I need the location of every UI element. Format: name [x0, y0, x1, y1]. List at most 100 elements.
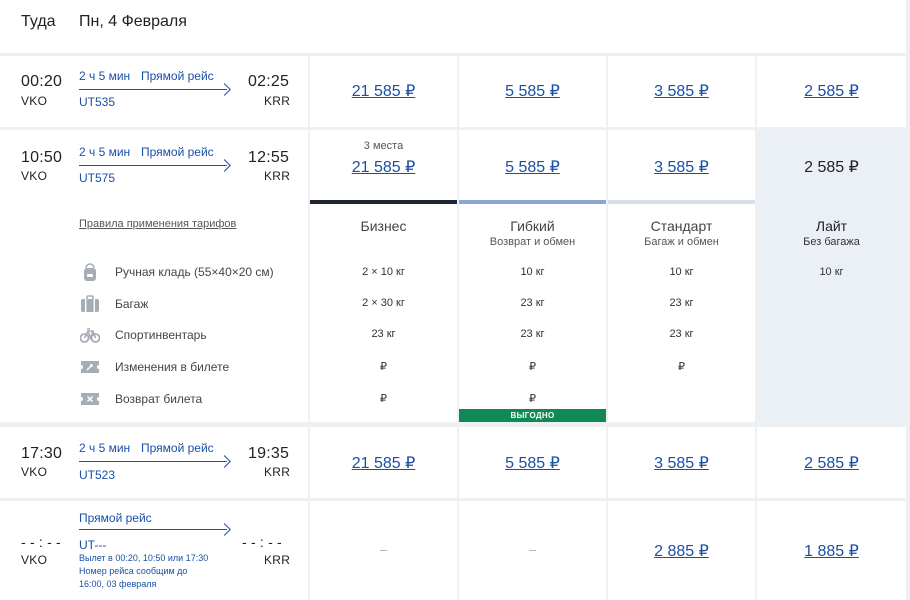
- flight-type: Прямой рейс: [79, 511, 152, 525]
- price-unavailable: –: [379, 542, 388, 557]
- date-label: Пн, 4 Февраля: [79, 13, 187, 30]
- departure-airport: VKO: [21, 553, 48, 567]
- price-cell-selected[interactable]: 2 585 ₽: [757, 130, 906, 203]
- price-link[interactable]: 2 585 ₽: [757, 453, 906, 473]
- tariff-value: 23 кг: [520, 328, 545, 340]
- tariff-value: ₽: [529, 361, 536, 373]
- price-cell[interactable]: 3 585 ₽: [608, 130, 755, 203]
- tariff-value: 2 × 30 кг: [362, 297, 405, 309]
- tariff-value: ₽: [678, 361, 685, 373]
- price-cell[interactable]: 5 585 ₽: [459, 130, 606, 203]
- price-link[interactable]: 1 885 ₽: [757, 541, 906, 561]
- feature-label-baggage: Багаж: [115, 297, 149, 311]
- arrival-time: 19:35: [248, 445, 290, 462]
- tariff-rules-link[interactable]: Правила применения тарифов: [79, 218, 236, 230]
- tariff-features-panel: [0, 203, 308, 422]
- departure-time: 00:20: [21, 73, 63, 90]
- departure-airport: VKO: [21, 169, 48, 183]
- best-value-badge: ВЫГОДНО: [459, 409, 606, 422]
- price-cell[interactable]: 5 585 ₽: [459, 56, 606, 127]
- departure-time: 10:50: [21, 149, 63, 166]
- flight-row-3[interactable]: 17:30 VKO 2 ч 5 мин Прямой рейс 19:35 KR…: [0, 427, 308, 498]
- tariff-name: Лайт: [815, 218, 848, 234]
- tariff-subtitle: Багаж и обмен: [644, 236, 719, 248]
- flight-duration: 2 ч 5 мин: [79, 441, 131, 455]
- tariff-value: 23 кг: [669, 297, 694, 309]
- departure-airport: VKO: [21, 465, 48, 479]
- arrow-right-icon: [79, 83, 231, 96]
- price-link[interactable]: 5 585 ₽: [459, 157, 606, 177]
- price-cell[interactable]: 3 585 ₽: [608, 56, 755, 127]
- seats-left-label: 3 места: [363, 140, 404, 152]
- feature-label-changes: Изменения в билете: [115, 360, 230, 374]
- flight-note: Номер рейса сообщим до: [79, 566, 188, 576]
- feature-label-hand-luggage: Ручная кладь (55×40×20 см): [115, 265, 274, 279]
- arrival-airport: KRR: [264, 553, 291, 567]
- arrival-airport: KRR: [264, 94, 291, 108]
- ticket-refund-icon: [81, 393, 99, 405]
- flight-duration: 2 ч 5 мин: [79, 145, 131, 159]
- tariff-value: ₽: [380, 361, 387, 373]
- departure-time: - - : - -: [21, 534, 61, 550]
- price-link[interactable]: 3 585 ₽: [608, 453, 755, 473]
- tariff-name: Бизнес: [360, 218, 407, 234]
- price-cell[interactable]: 3 места 21 585 ₽: [310, 130, 457, 203]
- price-link[interactable]: 3 585 ₽: [608, 81, 755, 101]
- tariff-value: 10 кг: [819, 266, 844, 278]
- price-link[interactable]: 3 585 ₽: [608, 157, 755, 177]
- tariff-value: ₽: [529, 393, 536, 405]
- tariff-column-business[interactable]: Бизнес 2 × 10 кг 2 × 30 кг 23 кг ₽ ₽: [310, 204, 457, 422]
- flight-number: UT535: [79, 95, 116, 109]
- tariff-value: 2 × 10 кг: [362, 266, 405, 278]
- price-link[interactable]: 2 585 ₽: [757, 81, 906, 101]
- price-cell[interactable]: 2 585 ₽: [757, 427, 906, 498]
- feature-label-refund: Возврат билета: [115, 392, 203, 406]
- flight-type: Прямой рейс: [141, 69, 214, 83]
- feature-label-sports: Спортинвентарь: [115, 328, 207, 342]
- price-link[interactable]: 2 885 ₽: [608, 541, 755, 561]
- arrival-airport: KRR: [264, 169, 291, 183]
- arrow-right-icon: [79, 455, 231, 468]
- price-cell[interactable]: 21 585 ₽: [310, 56, 457, 127]
- arrival-airport: KRR: [264, 465, 291, 479]
- price-cell[interactable]: 2 885 ₽: [608, 501, 755, 600]
- price-cell: –: [310, 501, 457, 600]
- departure-time: 17:30: [21, 445, 63, 462]
- tariff-value: 10 кг: [669, 266, 694, 278]
- ticket-change-icon: [81, 361, 99, 373]
- flight-row-2[interactable]: 10:50 VKO 2 ч 5 мин Прямой рейс 12:55 KR…: [0, 130, 308, 203]
- price-link[interactable]: 21 585 ₽: [310, 81, 457, 101]
- tariff-name: Гибкий: [510, 218, 555, 234]
- price-cell[interactable]: 3 585 ₽: [608, 427, 755, 498]
- direction-label: Туда: [21, 13, 56, 30]
- price-cell[interactable]: 1 885 ₽: [757, 501, 906, 600]
- tariff-value: 23 кг: [371, 328, 396, 340]
- flight-number: UT---: [79, 538, 107, 552]
- price-link[interactable]: 5 585 ₽: [459, 453, 606, 473]
- arrival-time: 02:25: [248, 73, 290, 90]
- suitcase-icon: [81, 295, 99, 312]
- flight-type: Прямой рейс: [141, 145, 214, 159]
- price-cell[interactable]: 2 585 ₽: [757, 56, 906, 127]
- tariff-value: 10 кг: [520, 266, 545, 278]
- price-link[interactable]: 5 585 ₽: [459, 81, 606, 101]
- bicycle-icon: [80, 328, 100, 343]
- price-link[interactable]: 21 585 ₽: [310, 157, 457, 177]
- flight-duration: 2 ч 5 мин: [79, 69, 131, 83]
- tariff-column-light[interactable]: Лайт Без багажа 10 кг: [757, 204, 906, 422]
- flight-row-1[interactable]: 00:20 VKO 2 ч 5 мин Прямой рейс 02:25 KR…: [0, 56, 308, 127]
- price-unavailable: –: [528, 542, 537, 557]
- tariff-column-flexible[interactable]: Гибкий Возврат и обмен 10 кг 23 кг 23 кг…: [459, 204, 606, 422]
- tariff-value: ₽: [380, 393, 387, 405]
- backpack-icon: [84, 263, 96, 281]
- tariff-column-standard[interactable]: Стандарт Багаж и обмен 10 кг 23 кг 23 кг…: [608, 204, 755, 422]
- tariff-subtitle: Возврат и обмен: [489, 236, 576, 248]
- price-cell[interactable]: 21 585 ₽: [310, 427, 457, 498]
- price-cell[interactable]: 5 585 ₽: [459, 427, 606, 498]
- flight-number: UT575: [79, 171, 116, 185]
- flight-row-4[interactable]: - - : - - VKO Прямой рейс - - : - - KRR …: [0, 501, 308, 600]
- price-cell: –: [459, 501, 606, 600]
- header-bar: Туда Пн, 4 Февраля: [0, 0, 906, 53]
- tariff-value: 23 кг: [669, 328, 694, 340]
- price-link[interactable]: 21 585 ₽: [310, 453, 457, 473]
